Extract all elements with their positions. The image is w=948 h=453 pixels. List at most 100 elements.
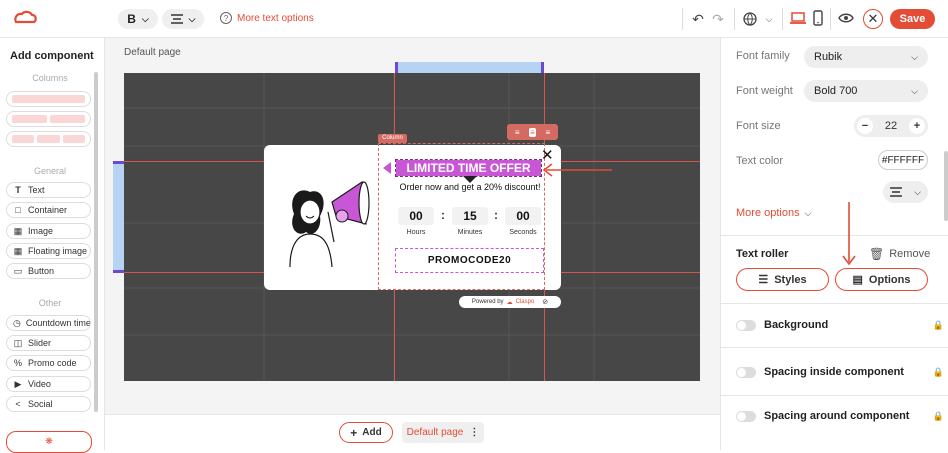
add-page-button[interactable]: + Add <box>339 422 393 443</box>
styles-tab-button[interactable]: ☰ Styles <box>736 268 829 291</box>
chevron-down-icon: ⌵ <box>911 85 918 96</box>
redo-icon[interactable]: ↷ <box>710 11 726 27</box>
text-align-dropdown[interactable]: ⌵ <box>162 9 204 29</box>
font-weight-select[interactable]: Bold 700 ⌵ <box>804 80 928 102</box>
lock-icon: 🔒 <box>932 319 944 330</box>
align-left-icon[interactable]: ≡ <box>515 128 520 137</box>
headline-text-roller[interactable]: LIMITED TIME OFFER <box>395 159 542 177</box>
align-center-icon <box>170 14 183 24</box>
brand-label: Claspo <box>515 299 535 305</box>
align-center-icon[interactable]: ≡ <box>529 127 536 137</box>
more-options-toggle[interactable]: More options ⌵ <box>736 207 811 219</box>
toolbar-divider <box>682 8 683 30</box>
remove-label: Remove <box>889 248 931 260</box>
save-button[interactable]: Save <box>890 9 935 29</box>
add-text-button[interactable]: T Text <box>6 182 91 198</box>
claspo-logo-icon[interactable] <box>12 10 38 28</box>
desktop-icon[interactable] <box>790 11 806 28</box>
top-spacing-handle[interactable] <box>395 62 544 73</box>
top-toolbar: B ⌵ ⌵ ? More text options ↶ ↷ ⌵ ✕ Save <box>0 0 948 38</box>
font-size-value[interactable]: 22 <box>885 120 897 132</box>
add-video-button[interactable]: ▶ Video <box>6 376 91 392</box>
close-editor-button[interactable]: ✕ <box>863 9 883 29</box>
three-column-layout[interactable] <box>6 131 91 147</box>
countdown-separator: : <box>441 208 445 222</box>
spacing-around-toggle[interactable] <box>736 411 756 422</box>
add-slider-button[interactable]: ◫ Slider <box>6 335 91 351</box>
trash-icon: 🗑 <box>869 247 885 261</box>
spacing-inside-section[interactable]: Spacing inside component 🔒 <box>736 366 944 378</box>
add-component-panel: Add component Columns General T Text □ Con… <box>0 38 105 453</box>
remove-component-button[interactable]: 🗑 Remove <box>869 247 930 261</box>
component-label: Slider <box>28 338 52 348</box>
text-icon: T <box>15 185 21 195</box>
background-section[interactable]: Background 🔒 <box>736 319 944 331</box>
panel-divider <box>721 395 948 396</box>
alignment-select[interactable]: ⌵ <box>883 181 928 203</box>
globe-icon[interactable] <box>742 11 758 27</box>
two-column-layout[interactable] <box>6 111 91 127</box>
promo-code-box[interactable]: PROMOCODE20 <box>395 248 544 273</box>
countdown-minutes-value: 15 <box>452 207 488 225</box>
one-column-layout[interactable] <box>6 91 91 107</box>
toolbar-divider <box>782 8 783 30</box>
hide-eye-icon[interactable]: ⊘ <box>542 298 548 306</box>
toolbar-divider <box>734 8 735 30</box>
add-image-button[interactable]: ▦ Image <box>6 223 91 239</box>
component-label: Image <box>28 226 54 236</box>
background-toggle[interactable] <box>736 319 756 331</box>
font-family-select[interactable]: Rubik ⌵ <box>804 46 928 68</box>
component-label: Countdown timer <box>25 318 91 328</box>
panel-scrollbar[interactable] <box>94 72 98 412</box>
countdown-hours-label: Hours <box>406 229 426 236</box>
play-icon: ▶ <box>14 378 22 389</box>
preview-eye-icon[interactable] <box>838 12 854 27</box>
panel-divider <box>721 303 948 304</box>
align-right-icon[interactable]: ≡ <box>545 128 550 137</box>
close-icon: ✕ <box>867 11 879 26</box>
column-tag: Column <box>378 134 407 143</box>
add-social-button[interactable]: < Social <box>6 396 91 412</box>
add-button-button[interactable]: ▭ Button <box>6 263 91 279</box>
increase-button[interactable]: + <box>909 118 925 134</box>
align-center-icon <box>890 187 902 197</box>
annotation-arrow-left <box>542 163 612 177</box>
share-icon: < <box>15 399 21 409</box>
countdown-separator: : <box>494 208 498 222</box>
countdown-seconds-label: Seconds <box>509 229 537 236</box>
decrease-button[interactable]: − <box>857 118 873 134</box>
undo-icon[interactable]: ↶ <box>690 11 706 27</box>
text-color-input[interactable]: #FFFFFF <box>878 150 928 170</box>
spacing-around-section[interactable]: Spacing around component 🔒 <box>736 410 944 423</box>
percent-icon: % <box>13 358 22 368</box>
add-floating-image-button[interactable]: ▦ Floating image <box>6 243 91 259</box>
page-tab-default[interactable]: Default page ⋮ <box>402 422 484 443</box>
slider-icon: ◫ <box>13 337 23 348</box>
claspo-mini-logo-icon: ☁ <box>506 299 513 306</box>
add-container-button[interactable]: □ Container <box>6 202 91 218</box>
text-roller-left-arrow-icon[interactable] <box>383 162 391 174</box>
chevron-down-icon[interactable]: ⌵ <box>763 11 775 27</box>
bold-dropdown[interactable]: B ⌵ <box>118 9 158 29</box>
mobile-icon[interactable] <box>813 10 823 29</box>
panel-scrollbar[interactable] <box>944 151 948 221</box>
lock-icon: 🔒 <box>932 411 944 421</box>
font-weight-value: Bold 700 <box>814 85 858 97</box>
add-promo-code-button[interactable]: % Promo code <box>6 355 91 371</box>
alignment-mini-toolbar[interactable]: ≡ ≡ ≡ <box>507 124 558 140</box>
general-label: General <box>33 166 67 176</box>
component-label: Video <box>28 379 51 389</box>
countdown-hours-value: 00 <box>398 207 434 225</box>
add-countdown-button[interactable]: ◷ Countdown timer <box>6 315 91 331</box>
more-vertical-icon[interactable]: ⋮ <box>469 427 479 438</box>
styles-label: Styles <box>774 273 807 286</box>
panel-title: Add component <box>10 50 94 62</box>
more-text-options-link[interactable]: ? More text options <box>220 12 314 24</box>
powered-by-badge[interactable]: Powered by ☁ Claspo ⊘ <box>459 296 561 308</box>
font-size-stepper[interactable]: − 22 + <box>854 115 928 137</box>
options-tab-button[interactable]: ▤ Options <box>835 268 928 291</box>
section-label: Spacing around component <box>764 410 910 422</box>
sliders-icon: ☰ <box>758 274 769 286</box>
left-spacing-handle[interactable] <box>113 161 124 273</box>
spacing-inside-toggle[interactable] <box>736 366 756 378</box>
